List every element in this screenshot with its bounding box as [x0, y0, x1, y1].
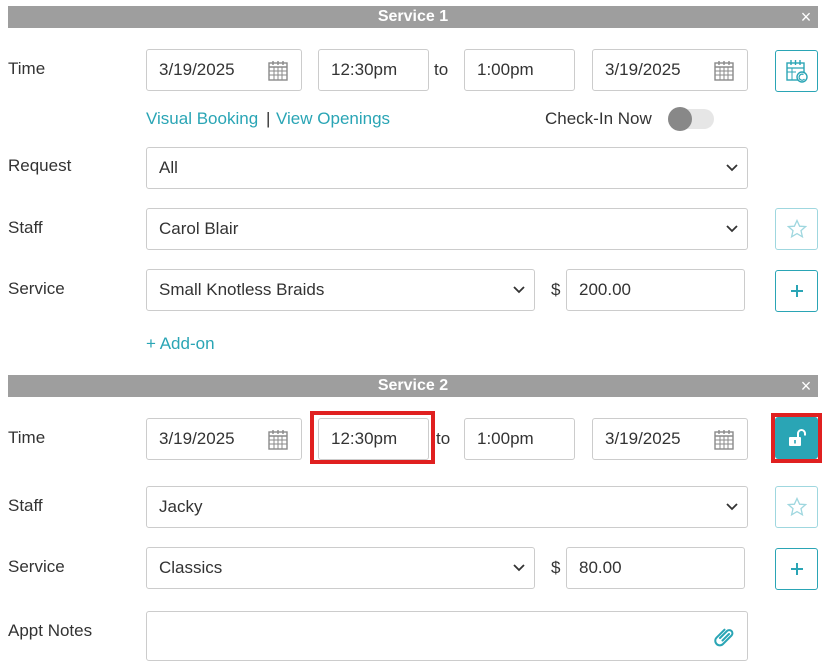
chevron-down-icon [513, 564, 525, 571]
service-label: Service [8, 279, 65, 298]
unlock-icon [788, 429, 806, 446]
calendar-refresh-icon [785, 60, 808, 83]
start-time-value: 12:30pm [331, 60, 398, 79]
time-label: Time [8, 428, 46, 447]
price-input[interactable]: 200.00 [566, 269, 745, 311]
request-label: Request [8, 156, 72, 175]
end-time-field[interactable]: 1:00pm [464, 418, 575, 460]
favorite-staff-button[interactable] [775, 208, 818, 250]
to-label: to [436, 429, 451, 448]
end-time-field[interactable]: 1:00pm [464, 49, 575, 91]
visual-booking-link[interactable]: Visual Booking [146, 109, 258, 129]
unlock-button[interactable] [775, 417, 818, 459]
time-label: Time [8, 59, 46, 78]
end-time-value: 1:00pm [477, 429, 534, 448]
service-2-header: Service 2 × [8, 375, 818, 397]
paperclip-icon[interactable] [713, 625, 737, 649]
link-separator: | [266, 109, 271, 128]
end-time-value: 1:00pm [477, 60, 534, 79]
service-1-title: Service 1 [377, 8, 449, 25]
end-date-value: 3/19/2025 [605, 60, 681, 79]
price-value: 80.00 [579, 558, 622, 577]
plus-icon [790, 285, 803, 297]
calendar-icon[interactable] [714, 429, 734, 450]
highlight-box [310, 411, 435, 464]
calendar-icon[interactable] [268, 60, 288, 81]
view-openings-link[interactable]: View Openings [276, 109, 390, 129]
add-service-button[interactable] [775, 270, 818, 312]
chevron-down-icon [513, 286, 525, 293]
calendar-icon[interactable] [268, 429, 288, 450]
currency-symbol: $ [551, 558, 561, 577]
staff-select[interactable]: Carol Blair [146, 208, 748, 250]
request-select[interactable]: All [146, 147, 748, 189]
service-label: Service [8, 557, 65, 576]
staff-select[interactable]: Jacky [146, 486, 748, 528]
start-date-field[interactable]: 3/19/2025 [146, 49, 302, 91]
service-select[interactable]: Classics [146, 547, 535, 589]
star-icon [786, 219, 807, 239]
appt-notes-label: Appt Notes [8, 621, 93, 640]
end-date-field[interactable]: 3/19/2025 [592, 418, 748, 460]
price-value: 200.00 [579, 280, 631, 299]
end-date-value: 3/19/2025 [605, 429, 681, 448]
service-value: Classics [159, 558, 223, 577]
chevron-down-icon [726, 164, 738, 171]
staff-label: Staff [8, 496, 43, 515]
end-date-field[interactable]: 3/19/2025 [592, 49, 748, 91]
start-date-field[interactable]: 3/19/2025 [146, 418, 302, 460]
chevron-down-icon [726, 503, 738, 510]
service-value: Small Knotless Braids [159, 280, 325, 299]
star-icon [786, 497, 807, 517]
favorite-staff-button[interactable] [775, 486, 818, 528]
price-input[interactable]: 80.00 [566, 547, 745, 589]
service-select[interactable]: Small Knotless Braids [146, 269, 535, 311]
calendar-icon[interactable] [714, 60, 734, 81]
staff-value: Jacky [159, 497, 203, 516]
add-service-button[interactable] [775, 548, 818, 590]
service-2-title: Service 2 [377, 377, 449, 394]
start-date-value: 3/19/2025 [159, 60, 235, 79]
staff-value: Carol Blair [159, 219, 239, 238]
plus-icon [790, 563, 803, 575]
chevron-down-icon [726, 225, 738, 232]
currency-symbol: $ [551, 280, 561, 299]
close-icon[interactable]: × [798, 7, 814, 27]
start-time-field[interactable]: 12:30pm [318, 49, 429, 91]
service-1-header: Service 1 × [8, 6, 818, 28]
checkin-label: Check-In Now [545, 109, 652, 128]
to-label: to [434, 60, 449, 79]
toggle-knob [668, 107, 692, 131]
calendar-refresh-button[interactable] [775, 50, 818, 92]
start-date-value: 3/19/2025 [159, 429, 235, 448]
checkin-toggle[interactable] [668, 107, 714, 131]
request-value: All [159, 158, 178, 177]
close-icon[interactable]: × [798, 376, 814, 396]
appt-notes-textarea[interactable] [146, 611, 748, 661]
staff-label: Staff [8, 218, 43, 237]
add-on-link[interactable]: + Add-on [146, 334, 215, 354]
